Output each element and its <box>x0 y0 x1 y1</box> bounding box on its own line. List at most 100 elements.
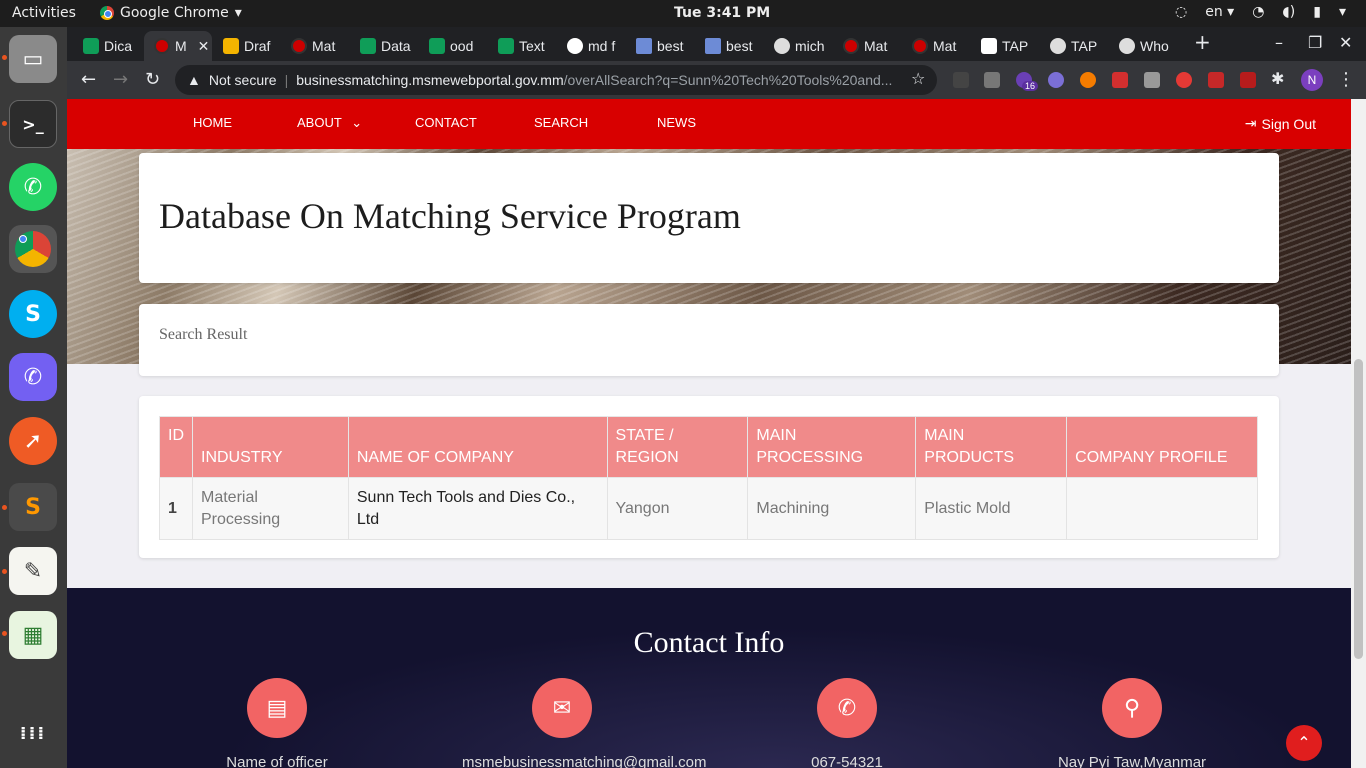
contact-title: Contact Info <box>633 626 785 659</box>
chrome-icon <box>15 231 51 267</box>
address-bar[interactable]: ▲ Not secure | businessmatching.msmewebp… <box>175 65 937 95</box>
extension-icon[interactable] <box>984 72 1000 88</box>
postman-icon[interactable]: ➚ <box>9 417 57 465</box>
top-icon <box>981 38 997 54</box>
language-indicator[interactable]: en ▾ <box>1205 4 1234 20</box>
extension-icon[interactable] <box>1080 72 1096 88</box>
tab[interactable]: Mat <box>281 31 349 61</box>
page-scrollbar[interactable] <box>1351 99 1366 768</box>
tab[interactable]: Who <box>1109 31 1177 61</box>
tab[interactable]: mich <box>764 31 832 61</box>
tab-label: TAP <box>1002 38 1029 54</box>
nav-home[interactable]: HOME <box>193 115 232 130</box>
minimize-icon[interactable]: – <box>1275 33 1283 52</box>
tab-label: Draf <box>244 38 271 54</box>
sign-out-button[interactable]: ⇥ Sign Out <box>1245 115 1316 132</box>
tab-label: TAP <box>1071 38 1098 54</box>
contact-phone-text: 067-54321 <box>811 754 883 768</box>
close-window-icon[interactable]: ✕ <box>1339 33 1352 52</box>
tab[interactable]: TAP <box>971 31 1039 61</box>
contact-officer-text: Name of officer <box>226 754 328 768</box>
tab[interactable]: Text <box>488 31 556 61</box>
site-icon <box>154 38 170 54</box>
tab[interactable]: Dica <box>73 31 141 61</box>
file-manager-icon[interactable]: ▭ <box>9 35 57 83</box>
google-icon <box>567 38 583 54</box>
maximize-icon[interactable]: ❐ <box>1308 33 1322 52</box>
tab[interactable]: Mat <box>902 31 970 61</box>
tab[interactable]: md f <box>557 31 625 61</box>
sheets-icon <box>83 38 99 54</box>
spreadsheet-icon[interactable]: ▦ <box>9 611 57 659</box>
reload-icon[interactable]: ↻ <box>145 69 160 90</box>
nav-about-label: ABOUT <box>297 115 342 130</box>
results-table: ID INDUSTRY NAME OF COMPANY STATE / REGI… <box>159 416 1258 540</box>
extension-icon[interactable] <box>953 72 969 88</box>
tab[interactable]: TAP <box>1040 31 1108 61</box>
running-indicator <box>2 505 7 510</box>
puzzle-icon[interactable]: ✱ <box>1271 69 1284 88</box>
search-result-card: Search Result <box>139 304 1279 376</box>
tab-label: ood <box>450 38 474 54</box>
extension-icon[interactable] <box>1240 72 1256 88</box>
whatsapp-icon[interactable]: ✆ <box>9 163 57 211</box>
sign-out-icon: ⇥ <box>1244 115 1257 131</box>
whatsapp-tray-icon[interactable]: ◌ <box>1175 4 1187 20</box>
chevron-down-icon: ▾ <box>234 5 242 21</box>
tab[interactable]: Data <box>350 31 418 61</box>
menu-icon[interactable]: ⋮ <box>1337 69 1355 90</box>
extension-icon[interactable] <box>1176 72 1192 88</box>
url-host: businessmatching.msmewebportal.gov.mm <box>296 72 564 88</box>
bookmark-star-icon[interactable]: ☆ <box>911 69 925 88</box>
nav-contact[interactable]: CONTACT <box>415 115 477 130</box>
back-to-top-button[interactable]: ⌃ <box>1286 725 1322 761</box>
activities-button[interactable]: Activities <box>12 5 76 21</box>
new-tab-icon[interactable]: + <box>1194 30 1211 54</box>
tab[interactable]: ood <box>419 31 487 61</box>
show-apps-icon[interactable]: ⁞⁞⁞ <box>9 709 57 757</box>
skype-icon[interactable]: S <box>9 290 57 338</box>
profile-avatar[interactable]: N <box>1301 69 1323 91</box>
extension-icon[interactable] <box>1112 72 1128 88</box>
tab-active[interactable]: M ✕ <box>144 31 212 61</box>
system-tray[interactable]: ◌ en ▾ ◔ ◖) ▮ ▾ <box>1175 4 1346 20</box>
tab[interactable]: Draf <box>213 31 281 61</box>
extension-icon[interactable] <box>1208 72 1224 88</box>
envelope-icon: ✉ <box>532 678 592 738</box>
nav-about[interactable]: ABOUT ⌄ <box>297 115 362 131</box>
tab[interactable]: best <box>695 31 763 61</box>
location-pin-icon: ⚲ <box>1102 678 1162 738</box>
scrollbar-thumb[interactable] <box>1354 359 1363 659</box>
clock[interactable]: Tue 3:41 PM <box>674 5 770 21</box>
tab[interactable]: Mat <box>833 31 901 61</box>
contact-email: ✉ msmebusinessmatching@gmail.com <box>462 678 706 768</box>
close-icon[interactable]: ✕ <box>198 38 210 55</box>
extension-badge: 16 <box>1022 81 1039 91</box>
contact-location: ⚲ Nay Pyi Taw,Myanmar <box>1032 678 1232 768</box>
forward-icon[interactable]: → <box>113 69 128 90</box>
globe-icon <box>1119 38 1135 54</box>
terminal-icon[interactable]: >_ <box>9 100 57 148</box>
chrome-dock-icon[interactable] <box>9 225 57 273</box>
header-main-processing: MAIN PROCESSING <box>747 416 917 478</box>
header-state-region: STATE / REGION <box>606 416 749 478</box>
back-icon[interactable]: ← <box>81 69 96 90</box>
cell-main-products: Plastic Mold <box>915 477 1068 540</box>
tab-label: Mat <box>864 38 888 54</box>
tab[interactable]: best <box>626 31 694 61</box>
extension-icon[interactable] <box>1048 72 1064 88</box>
contact-email-text[interactable]: msmebusinessmatching@gmail.com <box>462 754 706 768</box>
nav-search[interactable]: SEARCH <box>534 115 588 130</box>
battery-icon: ▮ <box>1313 4 1321 20</box>
extension-icon[interactable] <box>1144 72 1160 88</box>
toolbar: ← → ↻ ▲ Not secure | businessmatching.ms… <box>67 61 1366 99</box>
text-editor-icon[interactable]: ✎ <box>9 547 57 595</box>
nav-news[interactable]: NEWS <box>657 115 696 130</box>
site-icon <box>843 38 859 54</box>
sublime-text-icon[interactable]: S <box>9 483 57 531</box>
cell-company-profile[interactable] <box>1066 477 1258 540</box>
viber-icon[interactable]: ✆ <box>9 353 57 401</box>
app-menu[interactable]: Google Chrome ▾ <box>100 5 242 21</box>
cell-company-name[interactable]: Sunn Tech Tools and Dies Co., Ltd <box>347 477 608 540</box>
cell-industry: Material Processing <box>192 477 349 540</box>
